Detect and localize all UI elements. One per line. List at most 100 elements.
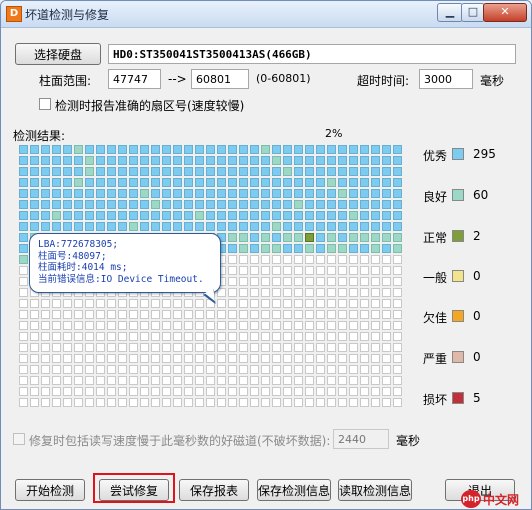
- timeout-input[interactable]: 3000: [419, 69, 473, 89]
- sector-cell: [360, 189, 369, 198]
- sector-cell: [272, 200, 281, 209]
- sector-cell: [162, 211, 171, 220]
- legend-row: 欠佳 0: [423, 309, 523, 325]
- sector-cell: [316, 178, 325, 187]
- sector-cell: [184, 299, 193, 308]
- sector-cell: [206, 332, 215, 341]
- watermark-badge: php: [461, 490, 481, 508]
- sector-cell: [393, 365, 402, 374]
- sector-cell: [96, 343, 105, 352]
- sector-cell: [206, 376, 215, 385]
- legend-row: 严重 0: [423, 350, 523, 366]
- sector-cell: [327, 343, 336, 352]
- sector-cell: [140, 321, 149, 330]
- sector-cell: [129, 145, 138, 154]
- repair-slow-input[interactable]: 2440: [333, 429, 389, 449]
- sector-cell: [382, 244, 391, 253]
- sector-cell: [107, 343, 116, 352]
- save-scan-info-button[interactable]: 保存检测信息: [257, 479, 331, 501]
- sector-cell: [327, 200, 336, 209]
- sector-cell: [250, 222, 259, 231]
- sector-cell: [338, 376, 347, 385]
- sector-cell: [195, 145, 204, 154]
- sector-cell: [162, 167, 171, 176]
- cylinder-range-label: 柱面范围:: [39, 74, 92, 88]
- legend-swatch: [452, 392, 464, 404]
- sector-cell: [41, 156, 50, 165]
- sector-cell: [173, 310, 182, 319]
- sector-cell: [338, 288, 347, 297]
- sector-cell: [52, 222, 61, 231]
- sector-cell: [151, 376, 160, 385]
- sector-cell: [107, 222, 116, 231]
- start-scan-button[interactable]: 开始检测: [15, 479, 85, 501]
- sector-cell: [85, 211, 94, 220]
- sector-cell: [19, 211, 28, 220]
- tooltip-lba: LBA:772678305;: [38, 239, 119, 250]
- sector-cell: [217, 398, 226, 407]
- sector-cell: [393, 299, 402, 308]
- legend-name: 严重: [423, 352, 448, 366]
- sector-cell: [107, 365, 116, 374]
- sector-cell: [382, 178, 391, 187]
- maximize-icon[interactable]: □: [461, 3, 485, 22]
- sector-cell: [272, 365, 281, 374]
- sector-cell: [250, 167, 259, 176]
- sector-cell: [107, 354, 116, 363]
- sector-cell: [294, 288, 303, 297]
- sector-cell: [85, 299, 94, 308]
- minimize-icon[interactable]: ▁: [437, 3, 463, 22]
- sector-cell: [129, 178, 138, 187]
- sector-cell: [129, 222, 138, 231]
- sector-cell: [371, 310, 380, 319]
- sector-cell: [195, 189, 204, 198]
- sector-cell: [30, 299, 39, 308]
- sector-cell: [63, 354, 72, 363]
- sector-cell: [217, 365, 226, 374]
- cylinder-end-input[interactable]: 60801: [191, 69, 249, 89]
- cylinder-start-input[interactable]: 47747: [108, 69, 161, 89]
- sector-cell: [349, 321, 358, 330]
- sector-cell: [74, 321, 83, 330]
- sector-cell: [371, 332, 380, 341]
- sector-cell: [338, 387, 347, 396]
- sector-cell: [173, 354, 182, 363]
- sector-cell: [74, 376, 83, 385]
- repair-slow-checkbox[interactable]: [13, 433, 25, 445]
- select-disk-button[interactable]: 选择硬盘: [15, 43, 101, 65]
- sector-cell: [195, 354, 204, 363]
- sector-cell: [151, 387, 160, 396]
- sector-cell: [371, 222, 380, 231]
- sector-cell: [85, 178, 94, 187]
- sector-cell: [371, 167, 380, 176]
- sector-cell: [261, 189, 270, 198]
- sector-cell: [250, 321, 259, 330]
- sector-cell: [316, 200, 325, 209]
- sector-cell: [19, 266, 28, 275]
- sector-cell: [151, 200, 160, 209]
- sector-cell: [19, 244, 28, 253]
- legend-count: 0: [473, 309, 481, 323]
- sector-cell: [41, 211, 50, 220]
- sector-cell: [393, 266, 402, 275]
- save-report-button[interactable]: 保存报表: [179, 479, 249, 501]
- sector-cell: [382, 321, 391, 330]
- sector-cell: [283, 321, 292, 330]
- sector-cell: [305, 343, 314, 352]
- sector-cell: [228, 365, 237, 374]
- sector-cell: [74, 167, 83, 176]
- sector-cell: [393, 277, 402, 286]
- sector-cell: [360, 266, 369, 275]
- sector-cell: [30, 321, 39, 330]
- sector-cell: [96, 299, 105, 308]
- sector-cell: [382, 211, 391, 220]
- sector-cell: [316, 156, 325, 165]
- load-scan-info-button[interactable]: 读取检测信息: [338, 479, 412, 501]
- sector-cell: [140, 167, 149, 176]
- sector-cell: [206, 156, 215, 165]
- sector-cell: [151, 321, 160, 330]
- report-sector-checkbox[interactable]: [39, 98, 51, 110]
- sector-cell: [349, 387, 358, 396]
- close-icon[interactable]: ✕: [483, 3, 527, 22]
- sector-cell: [151, 332, 160, 341]
